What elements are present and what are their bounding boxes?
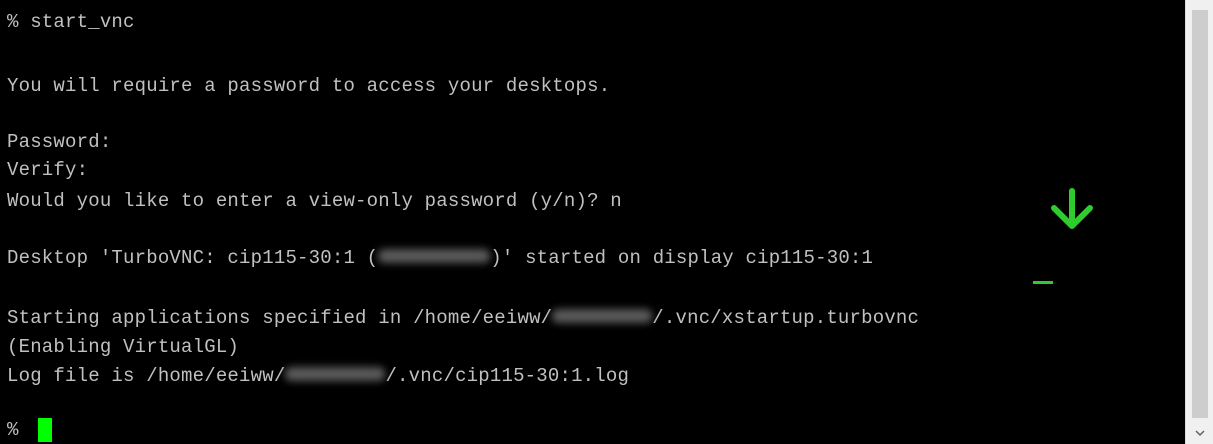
desktop-line-prefix: Desktop 'TurboVNC: cip115-30:1 ( (7, 247, 379, 269)
virtualgl-line: (Enabling VirtualGL) (7, 336, 240, 358)
terminal-window[interactable]: % start_vnc You will require a password … (0, 0, 1185, 444)
starting-line-prefix: Starting applications specified in /home… (7, 307, 553, 329)
view-only-prompt: Would you like to enter a view-only pass… (7, 190, 622, 212)
log-line-prefix: Log file is /home/eeiww/ (7, 365, 286, 387)
desktop-started-line: Desktop 'TurboVNC: cip115-30:1 ( )' start… (7, 244, 873, 272)
display-number-underline (1033, 281, 1053, 284)
password-requirement-message: You will require a password to access yo… (7, 75, 611, 97)
redacted-username (285, 367, 386, 382)
text-cursor (38, 418, 52, 442)
log-file-line: Log file is /home/eeiww/ /.vnc/cip115-30:… (7, 362, 629, 390)
command-line: % start_vnc (7, 11, 135, 33)
redacted-username (552, 309, 653, 324)
starting-applications-line: Starting applications specified in /home… (7, 304, 919, 332)
scrollbar-thumb[interactable] (1192, 10, 1208, 418)
shell-prompt: % (7, 419, 19, 441)
log-line-suffix: /.vnc/cip115-30:1.log (385, 365, 630, 387)
vertical-scrollbar[interactable] (1185, 0, 1213, 444)
down-arrow-icon (1051, 188, 1093, 229)
starting-line-suffix: /.vnc/xstartup.turbovnc (652, 307, 920, 329)
password-prompt: Password: (7, 131, 112, 153)
desktop-line-suffix: )' started on display cip115-30:1 (490, 247, 874, 269)
chevron-down-icon[interactable] (1193, 426, 1207, 440)
redacted-username (378, 249, 491, 264)
verify-prompt: Verify: (7, 159, 89, 181)
